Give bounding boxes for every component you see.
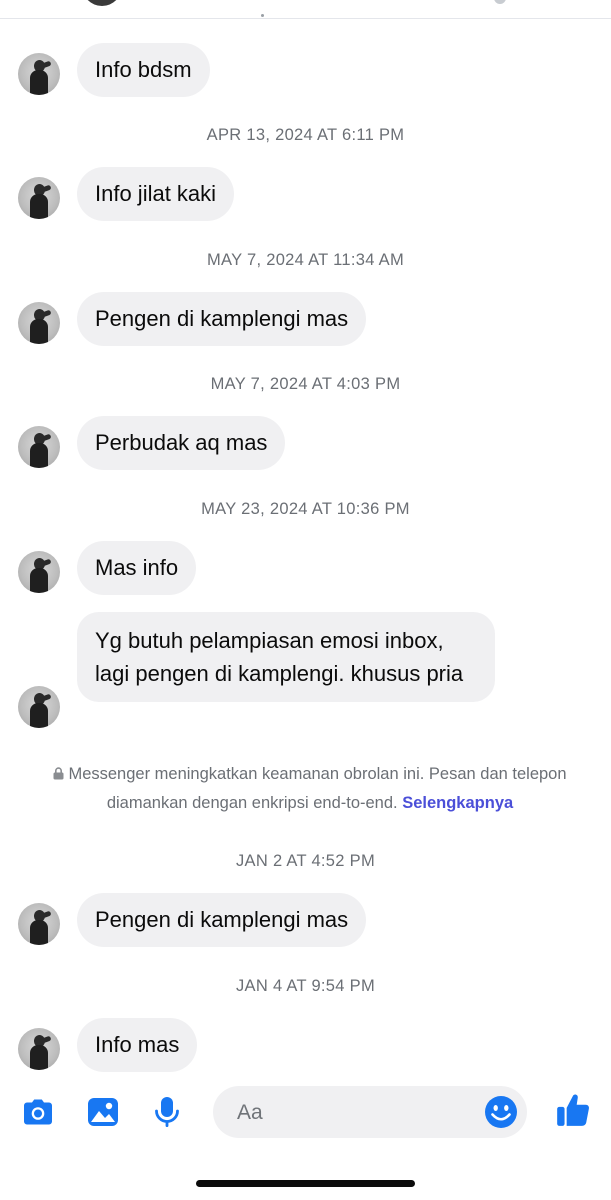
header-status-dot — [261, 14, 264, 17]
learn-more-link[interactable]: Selengkapnya — [402, 794, 513, 812]
message-timestamp: JAN 4 AT 9:54 PM — [236, 977, 375, 995]
message-timestamp: MAY 7, 2024 AT 11:34 AM — [206, 251, 405, 269]
message-timestamp: JAN 2 AT 4:52 PM — [236, 852, 375, 870]
message-bubble[interactable]: Pengen di kamplengi mas — [77, 292, 367, 346]
encryption-notice: Messenger meningkatkan keamanan obrolan … — [30, 760, 590, 818]
message-bubble[interactable]: Info mas — [77, 1018, 198, 1072]
lock-icon — [53, 767, 64, 780]
sender-avatar[interactable] — [18, 686, 60, 728]
camera-icon[interactable] — [20, 1094, 56, 1130]
header-avatar[interactable] — [82, 0, 122, 6]
gallery-icon[interactable] — [85, 1094, 121, 1130]
message-row: Info jilat kaki — [0, 167, 611, 221]
message-bubble[interactable]: Pengen di kamplengi mas — [77, 893, 367, 947]
message-row: Perbudak aq mas — [0, 416, 611, 470]
message-bubble[interactable]: Yg butuh pelampiasan emosi inbox, lagi p… — [77, 612, 495, 702]
top-bar — [0, 0, 611, 19]
message-bubble[interactable]: Mas info — [77, 541, 197, 595]
message-composer — [0, 1082, 611, 1142]
message-timestamp: APR 13, 2024 AT 6:11 PM — [206, 126, 405, 144]
message-timestamp: MAY 7, 2024 AT 4:03 PM — [210, 375, 401, 393]
thumbs-up-icon[interactable] — [554, 1091, 592, 1129]
sender-avatar[interactable] — [18, 903, 60, 945]
message-row: Mas info — [0, 541, 611, 595]
microphone-icon[interactable] — [149, 1094, 185, 1130]
message-input-container — [213, 1086, 527, 1140]
message-row: Pengen di kamplengi mas — [0, 893, 611, 947]
sender-avatar[interactable] — [18, 426, 60, 468]
sender-avatar[interactable] — [18, 177, 60, 219]
header-action-icon[interactable] — [494, 0, 506, 4]
sender-avatar[interactable] — [18, 302, 60, 344]
message-row: Info mas — [0, 1018, 611, 1072]
sender-avatar[interactable] — [18, 1028, 60, 1070]
message-input[interactable] — [235, 1086, 479, 1140]
message-row: Yg butuh pelampiasan emosi inbox, lagi p… — [0, 612, 611, 730]
message-bubble[interactable]: Info jilat kaki — [77, 167, 235, 221]
message-row: Info bdsm — [0, 43, 611, 97]
message-bubble[interactable]: Info bdsm — [77, 43, 210, 97]
sender-avatar[interactable] — [18, 551, 60, 593]
home-indicator — [196, 1180, 415, 1187]
message-timestamp: MAY 23, 2024 AT 10:36 PM — [201, 500, 410, 518]
message-bubble[interactable]: Perbudak aq mas — [77, 416, 286, 470]
message-row: Pengen di kamplengi mas — [0, 292, 611, 346]
sender-avatar[interactable] — [18, 53, 60, 95]
emoji-icon[interactable] — [483, 1094, 519, 1130]
